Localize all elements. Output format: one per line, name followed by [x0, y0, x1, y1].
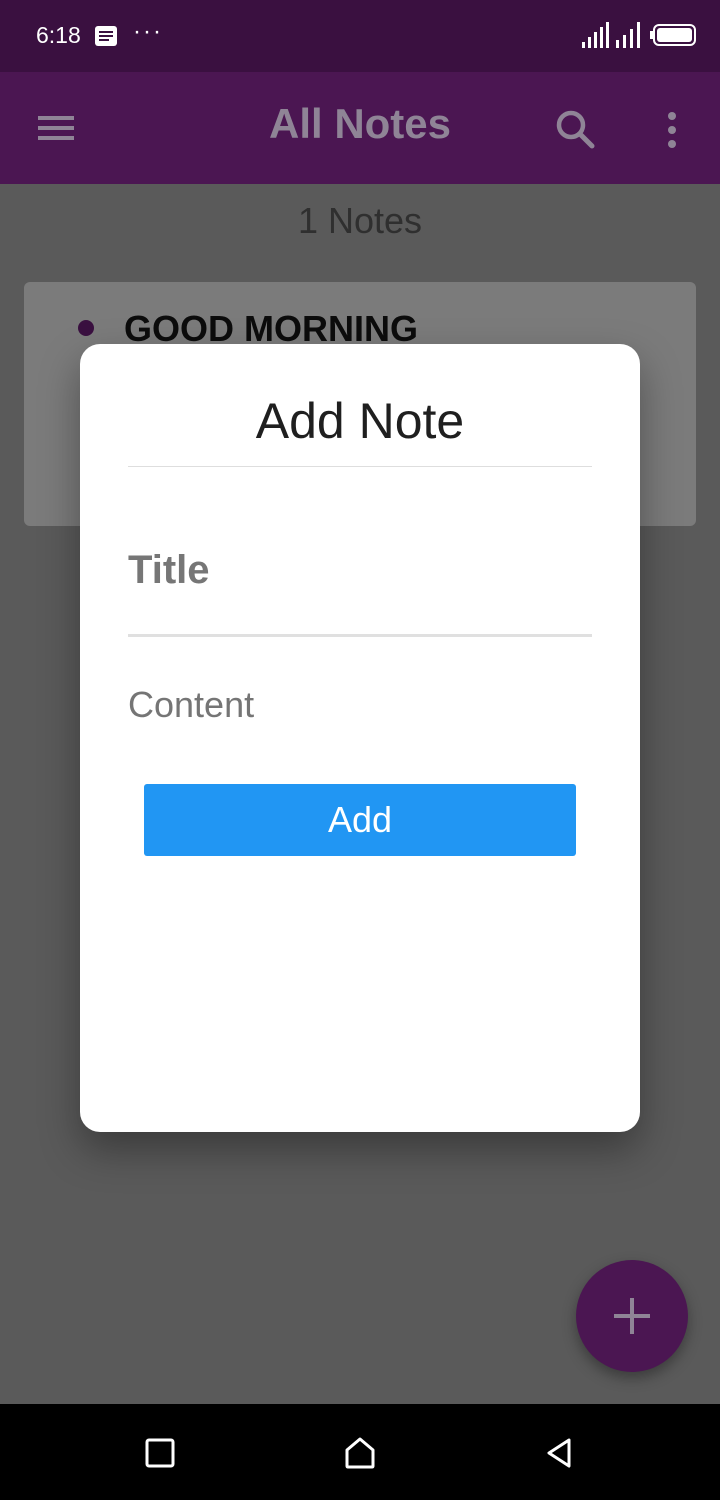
- content-field[interactable]: Content: [128, 684, 592, 734]
- dialog-title: Add Note: [255, 393, 465, 449]
- title-placeholder: Title: [128, 548, 210, 592]
- signal-hd-icon: [582, 22, 609, 48]
- title-field[interactable]: Title: [128, 520, 592, 637]
- signal-icon: [616, 22, 640, 48]
- add-button[interactable]: Add: [144, 784, 576, 856]
- battery-icon: [650, 24, 696, 46]
- content-placeholder: Content: [128, 684, 255, 725]
- notes-count: 1 Notes: [297, 200, 423, 241]
- navigation-bar: [0, 1404, 720, 1500]
- search-icon[interactable]: [554, 108, 598, 152]
- add-note-dialog: Add Note Title Content Add: [80, 344, 640, 1132]
- home-icon[interactable]: [343, 1436, 377, 1470]
- back-icon[interactable]: [542, 1436, 576, 1470]
- status-time: 6:18: [36, 22, 81, 48]
- divider: [128, 466, 592, 467]
- page-title: All Notes: [268, 100, 452, 147]
- more-vert-icon[interactable]: [660, 108, 684, 152]
- more-dots-icon: ···: [133, 18, 163, 45]
- message-icon: [95, 26, 117, 46]
- app-bar: All Notes: [0, 72, 720, 184]
- plus-icon: [614, 1298, 650, 1334]
- status-bar: 6:18 ···: [0, 0, 720, 72]
- recent-apps-icon[interactable]: [143, 1436, 177, 1470]
- bullet-icon: [78, 320, 94, 336]
- add-note-fab[interactable]: [576, 1260, 688, 1372]
